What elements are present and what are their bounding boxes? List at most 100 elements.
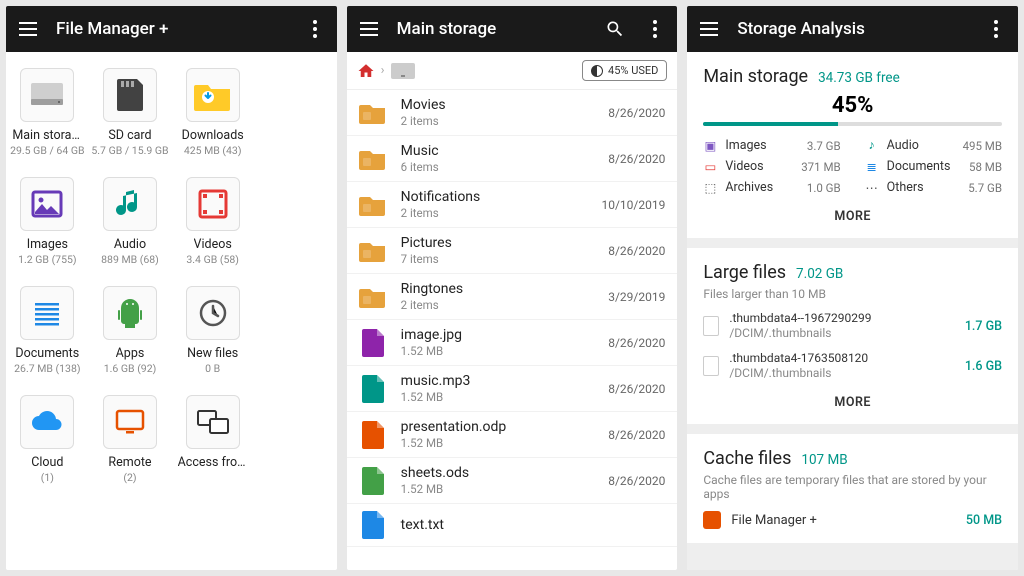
card-heading: Main storage <box>703 66 808 87</box>
category-value: 3.7 GB <box>807 139 841 153</box>
category-documents[interactable]: ≣ Documents 58 MB <box>865 159 1002 174</box>
android-icon <box>103 286 157 340</box>
file-meta: 2 items <box>401 114 609 128</box>
drive-icon[interactable] <box>391 63 415 79</box>
category-archives[interactable]: ⬚ Archives 1.0 GB <box>703 180 840 195</box>
file-meta: 1.52 MB <box>401 482 609 496</box>
category-audio[interactable]: ♪ Audio 495 MB <box>865 138 1002 153</box>
category-value: 58 MB <box>969 160 1002 174</box>
tile-access-from-[interactable]: Access from… <box>171 395 254 484</box>
file-meta: 2 items <box>401 298 609 312</box>
tile-label: Downloads <box>182 128 244 143</box>
category-icon: ♪ <box>865 139 879 153</box>
sdcard-icon <box>103 68 157 122</box>
more-button[interactable]: MORE <box>703 209 1002 224</box>
tile-new-files[interactable]: New files 0 B <box>171 286 254 375</box>
cache-app-name: File Manager + <box>731 513 956 528</box>
file-name: presentation.odp <box>401 419 609 435</box>
storage-grid: Main storage 29.5 GB / 64 GB SD card 5.7… <box>6 52 337 500</box>
file-row[interactable]: image.jpg 1.52 MB 8/26/2020 <box>347 320 678 366</box>
tile-label: New files <box>187 346 238 361</box>
cache-app-row[interactable]: File Manager + 50 MB <box>703 511 1002 529</box>
file-icon <box>359 467 387 495</box>
clock-icon <box>186 286 240 340</box>
file-date: 8/26/2020 <box>608 152 665 166</box>
menu-icon[interactable] <box>357 17 381 41</box>
tile-images[interactable]: Images 1.2 GB (755) <box>6 177 89 266</box>
large-file-name: .thumbdata4-1763508120 <box>729 351 954 366</box>
category-name: Archives <box>725 180 799 195</box>
file-meta: 2 items <box>401 206 602 220</box>
large-file-row[interactable]: .thumbdata4--1967290299/DCIM/.thumbnails… <box>703 311 1002 341</box>
tile-subtitle: 1.6 GB (92) <box>104 362 157 375</box>
tile-audio[interactable]: Audio 889 MB (68) <box>89 177 172 266</box>
tile-label: Main storage <box>12 128 82 143</box>
file-meta: 6 items <box>401 160 609 174</box>
large-file-name: .thumbdata4--1967290299 <box>729 311 954 326</box>
category-name: Documents <box>887 159 961 174</box>
tile-subtitle: 425 MB (43) <box>184 144 242 157</box>
tile-label: Audio <box>114 237 146 252</box>
cloud-icon <box>20 395 74 449</box>
category-videos[interactable]: ▭ Videos 371 MB <box>703 159 840 174</box>
more-button[interactable]: MORE <box>703 395 1002 410</box>
file-date: 3/29/2019 <box>608 290 665 304</box>
tile-label: Documents <box>15 346 79 361</box>
tile-subtitle: 889 MB (68) <box>101 253 159 266</box>
tile-videos[interactable]: Videos 3.4 GB (58) <box>171 177 254 266</box>
free-label: 34.73 GB free <box>818 70 900 86</box>
overflow-icon[interactable] <box>303 17 327 41</box>
usage-bar <box>703 122 1002 126</box>
tile-main-storage[interactable]: Main storage 29.5 GB / 64 GB <box>6 68 89 157</box>
file-icon <box>703 316 719 336</box>
file-row[interactable]: Notifications 2 items 10/10/2019 <box>347 182 678 228</box>
menu-icon[interactable] <box>697 17 721 41</box>
category-name: Others <box>887 180 961 195</box>
usage-badge[interactable]: 45% USED <box>582 60 667 81</box>
file-date: 8/26/2020 <box>608 428 665 442</box>
tile-documents[interactable]: Documents 26.7 MB (138) <box>6 286 89 375</box>
menu-icon[interactable] <box>16 17 40 41</box>
tile-sd-card[interactable]: SD card 5.7 GB / 15.9 GB <box>89 68 172 157</box>
file-row[interactable]: text.txt <box>347 504 678 547</box>
file-date: 8/26/2020 <box>608 336 665 350</box>
file-date: 8/26/2020 <box>608 382 665 396</box>
app-bar: Storage Analysis <box>687 6 1018 52</box>
cache-app-size: 50 MB <box>966 513 1002 528</box>
tile-label: Remote <box>108 455 151 470</box>
file-icon <box>359 511 387 539</box>
file-name: Notifications <box>401 189 602 205</box>
chevron-right-icon: › <box>381 63 385 78</box>
file-row[interactable]: Ringtones 2 items 3/29/2019 <box>347 274 678 320</box>
tile-cloud[interactable]: Cloud (1) <box>6 395 89 484</box>
home-icon[interactable] <box>357 62 375 80</box>
search-icon[interactable] <box>603 17 627 41</box>
tile-downloads[interactable]: Downloads 425 MB (43) <box>171 68 254 157</box>
video-icon <box>186 177 240 231</box>
category-others[interactable]: ⋯ Others 5.7 GB <box>865 180 1002 195</box>
file-icon <box>703 356 719 376</box>
tile-subtitle: 26.7 MB (138) <box>14 362 80 375</box>
card-subtitle: Files larger than 10 MB <box>703 287 1002 301</box>
file-row[interactable]: Music 6 items 8/26/2020 <box>347 136 678 182</box>
file-date: 8/26/2020 <box>608 244 665 258</box>
overflow-icon[interactable] <box>984 17 1008 41</box>
file-row[interactable]: sheets.ods 1.52 MB 8/26/2020 <box>347 458 678 504</box>
category-value: 5.7 GB <box>968 181 1002 195</box>
tile-label: Images <box>27 237 68 252</box>
overflow-icon[interactable] <box>643 17 667 41</box>
app-bar: File Manager + <box>6 6 337 52</box>
category-value: 495 MB <box>963 139 1002 153</box>
file-row[interactable]: Pictures 7 items 8/26/2020 <box>347 228 678 274</box>
large-file-row[interactable]: .thumbdata4-1763508120/DCIM/.thumbnails … <box>703 351 1002 381</box>
category-icon: ▣ <box>703 139 717 153</box>
tile-label: Cloud <box>31 455 63 470</box>
app-title: File Manager + <box>56 19 287 39</box>
tile-apps[interactable]: Apps 1.6 GB (92) <box>89 286 172 375</box>
file-row[interactable]: Movies 2 items 8/26/2020 <box>347 90 678 136</box>
category-value: 371 MB <box>801 160 840 174</box>
tile-remote[interactable]: Remote (2) <box>89 395 172 484</box>
file-row[interactable]: music.mp3 1.52 MB 8/26/2020 <box>347 366 678 412</box>
file-row[interactable]: presentation.odp 1.52 MB 8/26/2020 <box>347 412 678 458</box>
category-images[interactable]: ▣ Images 3.7 GB <box>703 138 840 153</box>
